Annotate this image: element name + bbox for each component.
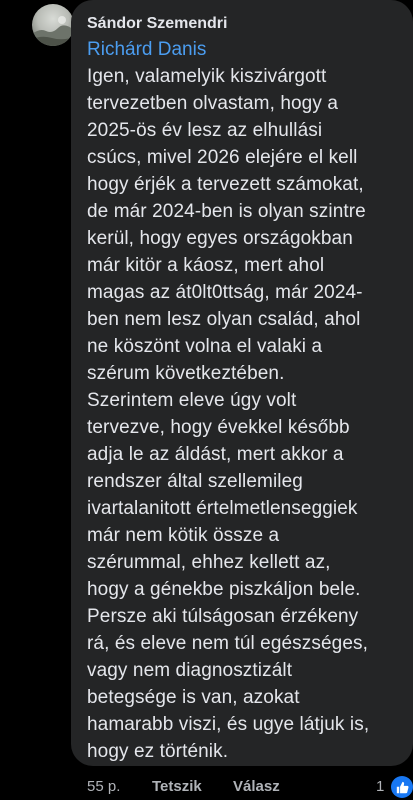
comment-timestamp[interactable]: 55 p. (87, 778, 120, 795)
reaction-count[interactable]: 1 (376, 778, 384, 795)
comment-text: Igen, valamelyik kiszivárgott tervezetbe… (87, 66, 370, 762)
comment-actions: 55 p. Tetszik Válasz 1 (0, 774, 413, 800)
reply-button[interactable]: Válasz (233, 778, 280, 795)
mention-link[interactable]: Richárd Danis (87, 36, 401, 63)
comment-bubble: Sándor Szemendri Richárd Danis Igen, val… (71, 0, 413, 766)
comment-author[interactable]: Sándor Szemendri (87, 14, 401, 34)
thumbs-up-icon[interactable] (391, 776, 413, 798)
avatar[interactable] (32, 4, 74, 46)
like-button[interactable]: Tetszik (152, 778, 202, 795)
avatar-image (32, 16, 74, 46)
